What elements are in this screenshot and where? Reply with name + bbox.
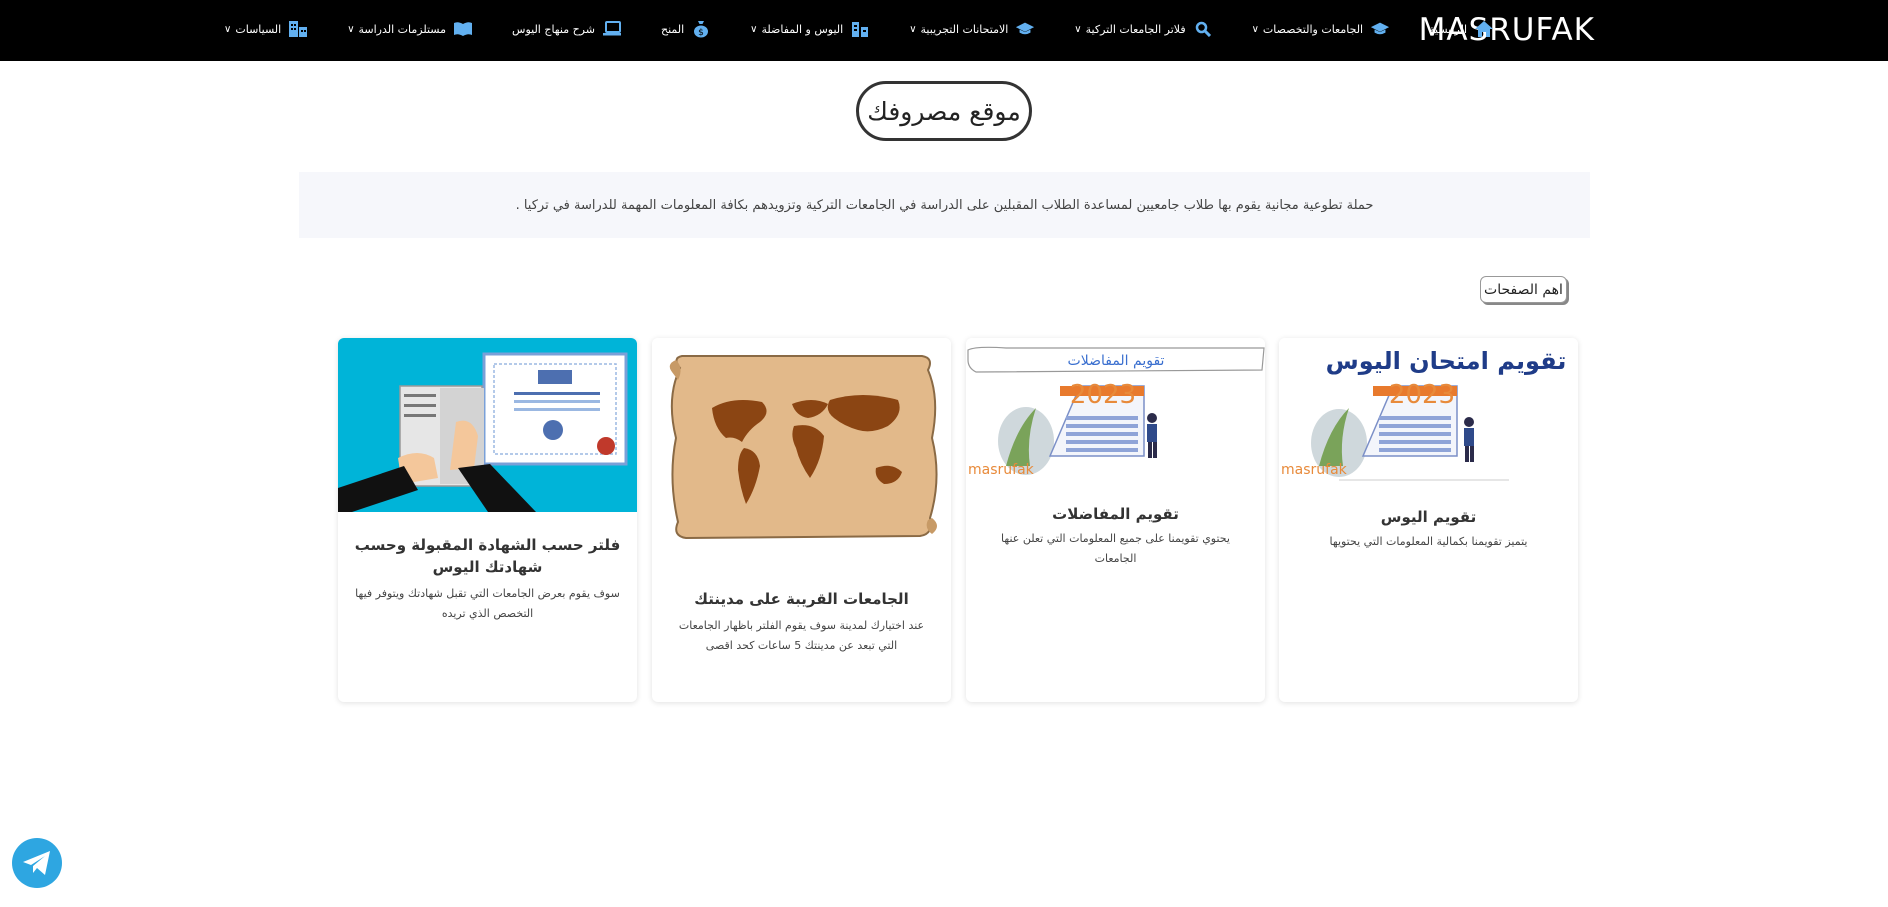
nav-item-label: اليوس و المفاضلة — [761, 22, 844, 36]
card-preferences-calendar[interactable]: تقويم المفاضلات 2023 masrufak تقويم المف… — [966, 338, 1265, 702]
svg-text:$: $ — [698, 28, 704, 38]
card-title: تقويم المفاضلات — [1052, 505, 1179, 523]
preferences-calendar-image: تقويم المفاضلات 2023 masrufak — [966, 338, 1265, 486]
city-icon — [288, 19, 308, 39]
chevron-down-icon: ∨ — [224, 23, 232, 35]
telegram-button[interactable] — [12, 838, 62, 888]
nav-item-yos[interactable]: اليوس و المفاضلة ∨ — [750, 19, 870, 39]
nav-item-yos-lessons[interactable]: شرح منهاج اليوس — [512, 19, 622, 39]
card-nearby-universities[interactable]: الجامعات القريبة على مدينتك عند اختيارك … — [652, 338, 951, 702]
nav-item-label: الجامعات والتخصصات — [1262, 22, 1364, 36]
graduation-cap-icon — [1370, 19, 1390, 39]
nav-item-label: الرئيسية — [1429, 22, 1467, 36]
nav-item-label: مستلزمات الدراسة — [358, 22, 447, 36]
chevron-down-icon: ∨ — [750, 23, 758, 35]
nav-item-label: المنح — [660, 22, 685, 36]
image-brand: masrufak — [968, 462, 1035, 478]
book-icon — [453, 19, 473, 39]
image-year: 2023 — [1389, 380, 1455, 410]
nav-item-home[interactable]: الرئيسية — [1429, 19, 1494, 39]
intro-banner: حملة تطوعية مجانية يقوم بها طلاب جامعيين… — [299, 172, 1590, 238]
chevron-down-icon: ∨ — [1074, 23, 1082, 35]
building-chart-icon — [850, 19, 870, 39]
yos-calendar-image: تقويم امتحان اليوس 2023 masrufak — [1279, 338, 1578, 486]
image-brand: masrufak — [1281, 462, 1348, 478]
certificate-image — [338, 338, 637, 512]
important-pages-button[interactable]: اهم الصفحات — [1480, 276, 1567, 303]
top-navbar: MASRUFAK الرئيسية الجامعات والتخصصات ∨ ف… — [0, 0, 1888, 61]
nav-item-label: فلاتر الجامعات التركية — [1085, 22, 1186, 36]
telegram-icon — [23, 851, 50, 875]
card-title: الجامعات القريبة على مدينتك — [694, 590, 909, 608]
chevron-down-icon: ∨ — [1251, 23, 1259, 35]
money-bag-icon: $ — [691, 19, 711, 39]
graduation-cap-icon — [1015, 19, 1035, 39]
card-title: فلتر حسب الشهادة المقبولة وحسب شهادتك ال… — [354, 536, 621, 576]
intro-text: حملة تطوعية مجانية يقوم بها طلاب جامعيين… — [515, 197, 1374, 213]
main-nav: الرئيسية الجامعات والتخصصات ∨ فلاتر الجا… — [185, 19, 1494, 39]
nav-item-exams[interactable]: الامتحانات التجريبية ∨ — [909, 19, 1035, 39]
nav-item-filters[interactable]: فلاتر الجامعات التركية ∨ — [1074, 19, 1212, 39]
laptop-icon — [602, 19, 622, 39]
nav-item-study-supplies[interactable]: مستلزمات الدراسة ∨ — [347, 19, 473, 39]
nav-item-label: شرح منهاج اليوس — [512, 22, 595, 36]
page-title: موقع مصروفك — [856, 81, 1032, 141]
card-yos-calendar[interactable]: تقويم امتحان اليوس 2023 masrufak تقويم ا… — [1279, 338, 1578, 702]
chevron-down-icon: ∨ — [909, 23, 917, 35]
home-icon — [1474, 19, 1494, 39]
nav-item-label: الامتحانات التجريبية — [920, 22, 1009, 36]
nav-item-label: السياسات — [235, 22, 282, 36]
image-heading: تقويم المفاضلات — [1068, 353, 1165, 369]
card-description: يتميز تقويمنا بكمالية المعلومات التي يحت… — [1329, 535, 1528, 548]
card-description: سوف يقوم بعرض الجامعات التي تقبل شهادتك … — [355, 587, 620, 620]
image-year: 2023 — [1070, 380, 1136, 410]
card-description: يحتوي تقويمنا على جميع المعلومات التي تع… — [1001, 532, 1230, 565]
world-map-image — [652, 338, 951, 548]
search-icon — [1193, 19, 1213, 39]
card-certificate-filter[interactable]: فلتر حسب الشهادة المقبولة وحسب شهادتك ال… — [338, 338, 637, 702]
card-description: عند اختيارك لمدينة سوف يقوم الفلتر باظها… — [678, 619, 925, 652]
chevron-down-icon: ∨ — [347, 23, 355, 35]
image-heading: تقويم امتحان اليوس — [1326, 347, 1567, 375]
nav-item-policies[interactable]: السياسات ∨ — [224, 19, 308, 39]
nav-item-scholarships[interactable]: $ المنح — [661, 19, 711, 39]
card-title: تقويم اليوس — [1380, 508, 1477, 526]
nav-item-universities[interactable]: الجامعات والتخصصات ∨ — [1252, 19, 1391, 39]
